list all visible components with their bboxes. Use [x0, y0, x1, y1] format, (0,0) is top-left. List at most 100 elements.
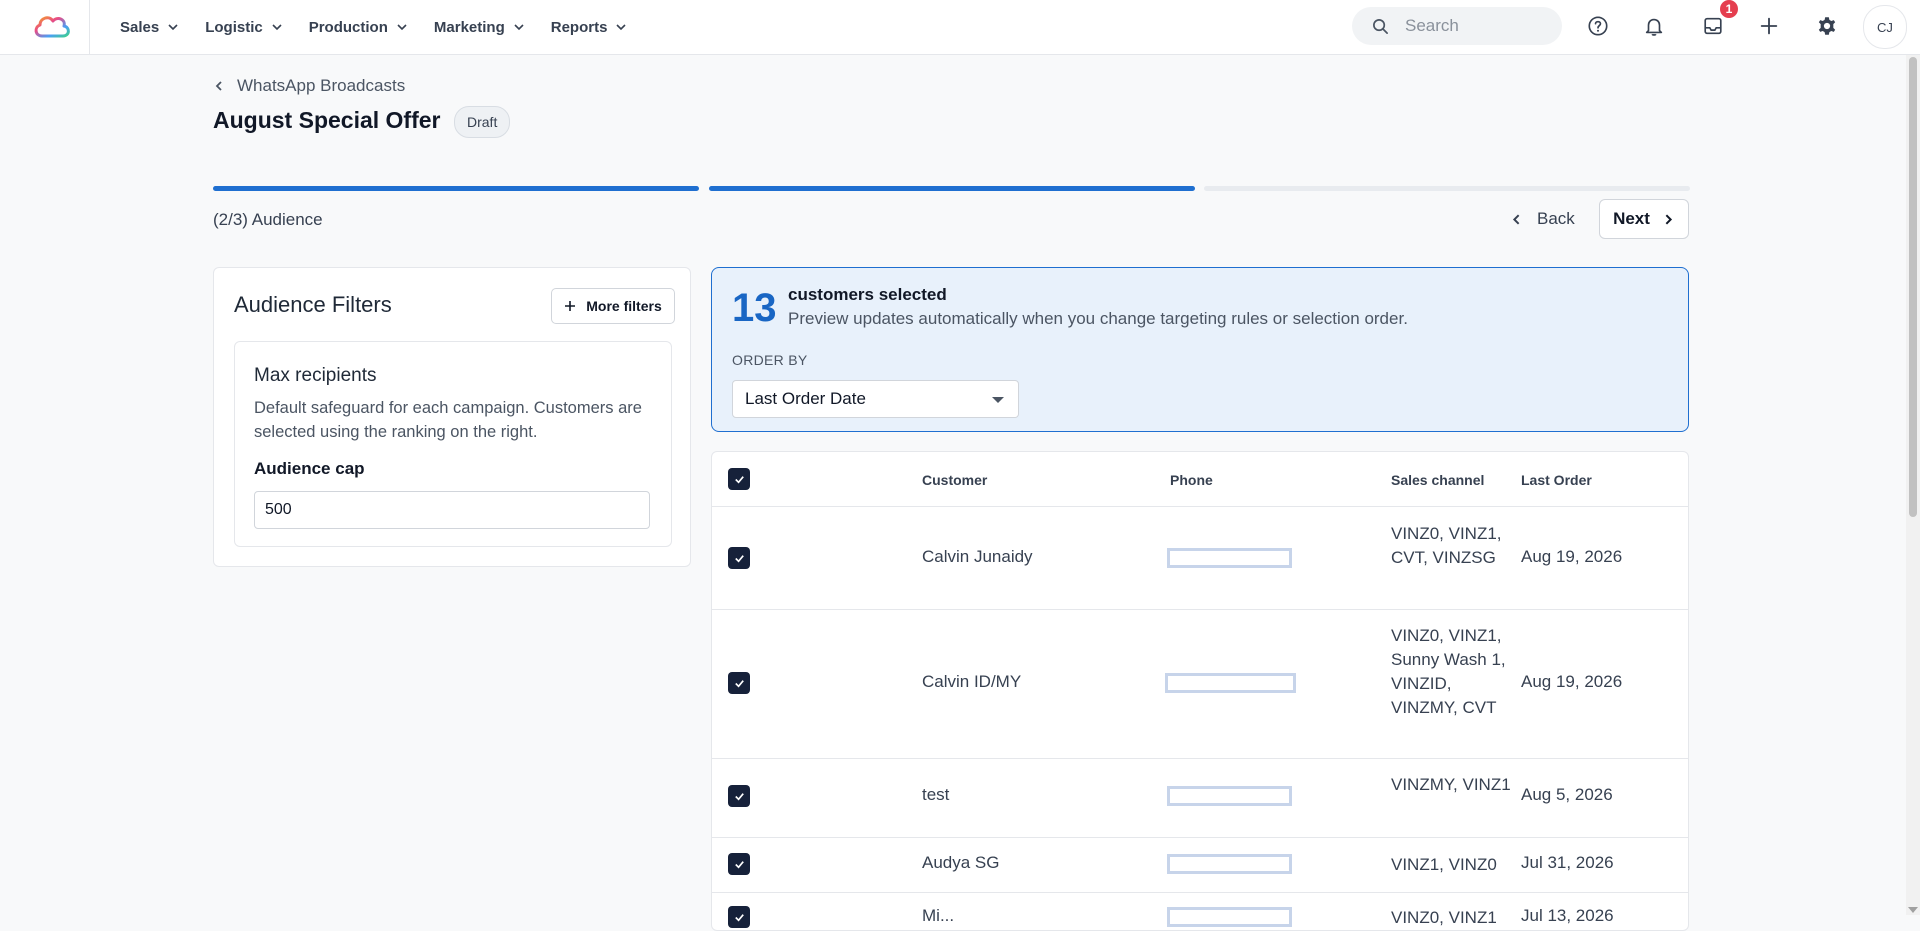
plus-icon	[565, 301, 576, 311]
status-badge: Draft	[454, 106, 511, 138]
progress-step-2	[709, 186, 1195, 191]
nav-item-logistic[interactable]: Logistic	[205, 19, 283, 36]
chevron-left-icon	[215, 81, 222, 91]
order-by-value: Last Order Date	[745, 389, 866, 408]
sales-channel: VINZMY, VINZ1	[1391, 775, 1511, 794]
progress-step-3	[1204, 186, 1690, 191]
search-icon	[1373, 18, 1388, 34]
row-checkbox[interactable]	[728, 547, 750, 569]
max-recipients-description: Default safeguard for each campaign. Cus…	[254, 399, 642, 441]
logo-divider	[89, 0, 90, 54]
check-icon	[734, 475, 744, 484]
table-row[interactable]: Mi... VINZ0, VINZ1 Jul 13, 2026	[712, 892, 1688, 930]
nav-label: Sales	[120, 18, 160, 36]
customer-name: Mi...	[922, 906, 955, 925]
sales-channel: VINZ0, VINZ1, CVT, VINZSG	[1391, 524, 1502, 567]
chevron-down-icon	[514, 24, 524, 31]
next-button[interactable]: Next	[1599, 199, 1689, 239]
gear-icon[interactable]	[1814, 13, 1840, 39]
nav-label: Marketing	[433, 18, 505, 36]
customers-table: Customer Phone Sales channel Last Order …	[711, 451, 1689, 931]
selected-title: customers selected	[788, 285, 947, 304]
nav-item-reports[interactable]: Reports	[551, 19, 628, 36]
page-title: August Special Offer	[213, 107, 441, 133]
max-recipients-title: Max recipients	[254, 365, 377, 386]
check-icon	[734, 792, 744, 801]
nav-item-marketing[interactable]: Marketing	[434, 19, 525, 36]
progress-step-1	[213, 186, 699, 191]
table-row[interactable]: Audya SG VINZ1, VINZ0 Jul 31, 2026	[712, 837, 1688, 893]
top-navbar: Sales Logistic Production Marketing Repo…	[0, 0, 1920, 55]
row-checkbox[interactable]	[728, 672, 750, 694]
audience-filters-card: Audience Filters More filters Max recipi…	[213, 267, 691, 567]
customer-name: Calvin Junaidy	[922, 547, 1033, 566]
cloud-logo-icon[interactable]	[32, 10, 72, 42]
chevron-left-icon	[1512, 213, 1520, 225]
inbox-icon[interactable]	[1700, 13, 1726, 39]
breadcrumb[interactable]: WhatsApp Broadcasts	[213, 76, 405, 96]
customer-name: test	[922, 785, 950, 804]
chevron-down-icon	[168, 24, 178, 31]
column-header-customer[interactable]: Customer	[922, 472, 987, 488]
phone-redacted	[1167, 548, 1292, 568]
audience-cap-label: Audience cap	[254, 459, 365, 478]
check-icon	[734, 913, 744, 922]
row-checkbox[interactable]	[728, 906, 750, 928]
check-icon	[734, 860, 744, 869]
more-filters-button[interactable]: More filters	[551, 288, 675, 324]
customer-name: Calvin ID/MY	[922, 672, 1022, 691]
last-order-date: Aug 19, 2026	[1521, 672, 1623, 691]
selected-count: 13	[732, 286, 777, 330]
sales-channel: VINZ0, VINZ1, Sunny Wash 1, VINZID, VINZ…	[1391, 626, 1506, 717]
max-recipients-panel: Max recipients Default safeguard for eac…	[234, 341, 672, 547]
main-menu: Sales Logistic Production Marketing Repo…	[120, 0, 627, 54]
table-row[interactable]: Calvin Junaidy VINZ0, VINZ1, CVT, VINZSG…	[712, 507, 1688, 610]
selection-summary: 13 customers selected Preview updates au…	[711, 267, 1689, 432]
plus-icon[interactable]	[1756, 13, 1782, 39]
order-by-select[interactable]: Last Order Date	[732, 380, 1019, 418]
last-order-date: Aug 5, 2026	[1521, 785, 1613, 804]
phone-redacted	[1167, 907, 1292, 927]
row-checkbox[interactable]	[728, 853, 750, 875]
row-checkbox[interactable]	[728, 785, 750, 807]
nav-item-sales[interactable]: Sales	[120, 19, 179, 36]
bell-icon[interactable]	[1641, 13, 1667, 39]
search-box[interactable]	[1352, 7, 1562, 45]
sales-channel: VINZ1, VINZ0	[1391, 855, 1497, 874]
selected-description: Preview updates automatically when you c…	[788, 309, 1408, 328]
audience-cap-input[interactable]	[254, 491, 650, 529]
page-scrollbar[interactable]	[1906, 55, 1920, 915]
search-input[interactable]	[1403, 15, 1547, 37]
column-header-sales-channel[interactable]: Sales channel	[1391, 472, 1484, 488]
avatar[interactable]: CJ	[1863, 5, 1907, 49]
chevron-right-icon	[1665, 213, 1672, 225]
customer-name: Audya SG	[922, 853, 1000, 872]
column-header-last-order[interactable]: Last Order	[1521, 472, 1592, 488]
back-button[interactable]: Back	[1498, 199, 1587, 239]
back-label: Back	[1537, 209, 1575, 228]
chevron-down-icon	[272, 24, 282, 31]
check-icon	[734, 554, 744, 563]
nav-item-production[interactable]: Production	[309, 19, 408, 36]
last-order-date: Aug 19, 2026	[1521, 547, 1623, 566]
notification-badge: 1	[1720, 0, 1738, 18]
step-label: (2/3) Audience	[213, 210, 323, 229]
phone-redacted	[1167, 786, 1292, 806]
nav-label: Production	[308, 18, 388, 36]
nav-label: Reports	[550, 18, 608, 36]
select-all-checkbox[interactable]	[728, 468, 750, 490]
table-row[interactable]: test VINZMY, VINZ1 Aug 5, 2026	[712, 758, 1688, 838]
scroll-down-arrow-icon[interactable]	[1908, 907, 1918, 913]
check-icon	[734, 679, 744, 688]
order-by-label: ORDER BY	[732, 352, 808, 368]
phone-redacted	[1165, 673, 1296, 693]
nav-label: Logistic	[205, 18, 263, 36]
next-label: Next	[1613, 209, 1650, 228]
help-icon[interactable]	[1585, 13, 1611, 39]
sales-channel: VINZ0, VINZ1	[1391, 908, 1497, 927]
column-header-phone[interactable]: Phone	[1170, 472, 1213, 488]
table-header: Customer Phone Sales channel Last Order	[712, 452, 1688, 507]
table-row[interactable]: Calvin ID/MY VINZ0, VINZ1, Sunny Wash 1,…	[712, 609, 1688, 759]
breadcrumb-label: WhatsApp Broadcasts	[237, 76, 406, 95]
scrollbar-thumb[interactable]	[1909, 57, 1917, 517]
